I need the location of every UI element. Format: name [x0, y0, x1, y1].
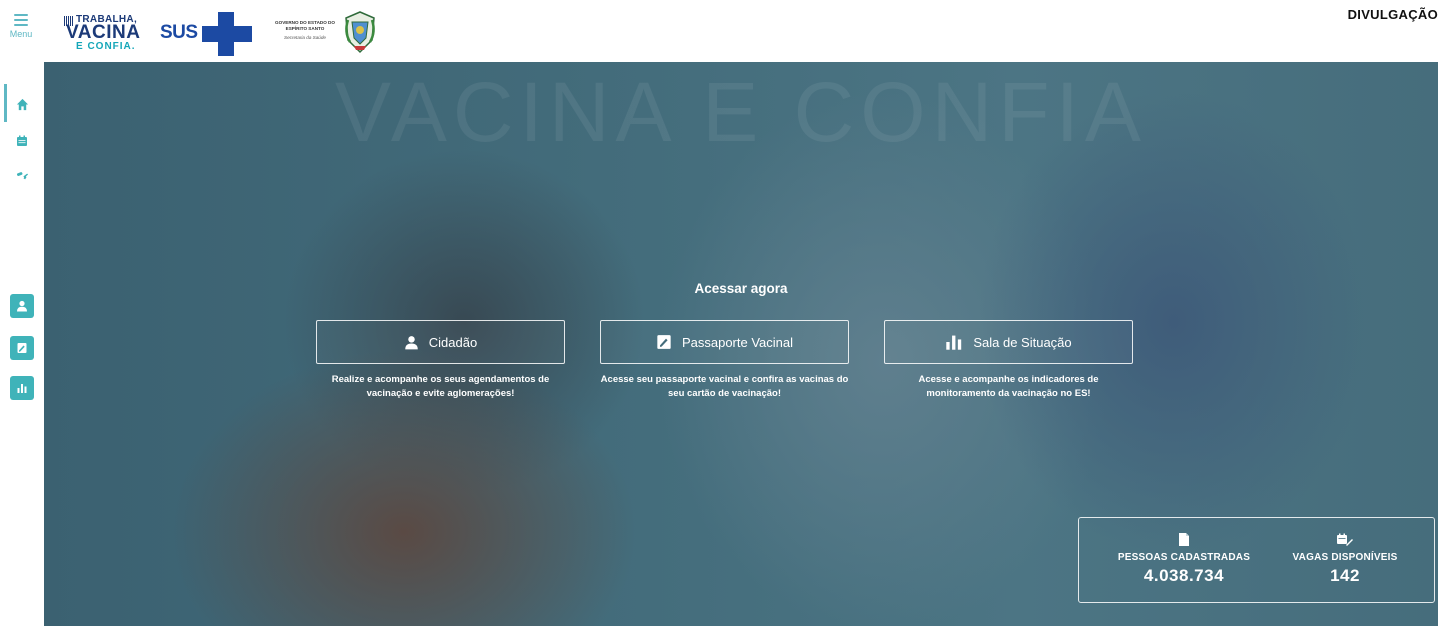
calendar-syringe-icon — [1277, 532, 1413, 548]
trabalha-vacina-confia-logo[interactable]: TRABALHA, VACINA E CONFIA. — [64, 14, 150, 52]
situation-room-button[interactable]: Sala de Situação — [884, 320, 1133, 364]
sidebar — [0, 62, 44, 626]
available-slots-stat: VAGAS DISPONÍVEIS 142 — [1277, 532, 1413, 586]
right-gutter — [1438, 62, 1446, 626]
sidebar-item-passport[interactable] — [10, 336, 34, 360]
document-icon — [1103, 532, 1265, 548]
stats-panel: PESSOAS CADASTRADAS 4.038.734 VAGAS DISP… — [1078, 517, 1435, 603]
user-icon — [404, 335, 419, 350]
sidebar-active-indicator — [4, 84, 7, 122]
page: Menu TRABALHA, VACINA E CONFIA. SUS GOVE… — [0, 0, 1446, 626]
sidebar-item-situation-room[interactable] — [10, 376, 34, 400]
state-seal-icon — [345, 11, 375, 54]
passport-icon — [656, 334, 672, 350]
government-subtitle: Secretaria da Saúde — [284, 35, 326, 40]
menu-button[interactable]: Menu — [4, 10, 38, 50]
vaccine-passport-button-label: Passaporte Vacinal — [681, 334, 794, 350]
vaccine-passport-button[interactable]: Passaporte Vacinal — [600, 320, 849, 364]
hero-banner: VACINA E CONFIA Acessar agora Cidadão Pa… — [44, 62, 1438, 626]
registered-people-stat: PESSOAS CADASTRADAS 4.038.734 — [1103, 532, 1265, 586]
sus-logo: SUS — [160, 12, 254, 56]
user-icon — [17, 300, 27, 312]
situation-room-button-label: Sala de Situação — [973, 334, 1072, 350]
government-logo: GOVERNO DO ESTADO DO ESPÍRITO SANTO Secr… — [270, 10, 390, 54]
situation-room-description: Acesse e acompanhe os indicadores de mon… — [918, 374, 1099, 399]
menu-label: Menu — [9, 29, 33, 39]
vaccine-icon — [16, 171, 28, 179]
citizen-description: Realize e acompanhe os seus agendamentos… — [331, 374, 550, 399]
sus-text: SUS — [160, 22, 198, 43]
chart-icon — [945, 334, 963, 350]
registered-people-label: PESSOAS CADASTRADAS — [1117, 552, 1251, 563]
citizen-button-label: Cidadão — [428, 334, 478, 350]
logo-line3: E CONFIA. — [76, 41, 136, 52]
sidebar-item-citizen[interactable] — [10, 294, 34, 318]
vaccine-passport-description: Acesse seu passaporte vacinal e confira … — [600, 374, 849, 399]
chart-icon — [17, 384, 27, 393]
sidebar-item-vaccine[interactable] — [10, 162, 34, 186]
calendar-icon — [17, 135, 27, 146]
access-heading: Acessar agora — [694, 281, 788, 296]
passport-icon — [17, 343, 27, 353]
available-slots-value: 142 — [1330, 566, 1360, 585]
credit-tag: DIVULGAÇÃO — [1347, 7, 1438, 22]
sidebar-item-calendar[interactable] — [10, 129, 34, 153]
government-name: GOVERNO DO ESTADO DO ESPÍRITO SANTO — [275, 20, 335, 31]
home-icon — [16, 98, 28, 110]
available-slots-label: VAGAS DISPONÍVEIS — [1292, 552, 1398, 563]
hero-watermark: VACINA E CONFIA — [335, 65, 1147, 159]
sidebar-item-home[interactable] — [10, 92, 34, 116]
hamburger-icon — [14, 14, 28, 26]
registered-people-value: 4.038.734 — [1143, 566, 1225, 585]
header: Menu TRABALHA, VACINA E CONFIA. SUS GOVE… — [0, 0, 1446, 62]
citizen-button[interactable]: Cidadão — [316, 320, 565, 364]
